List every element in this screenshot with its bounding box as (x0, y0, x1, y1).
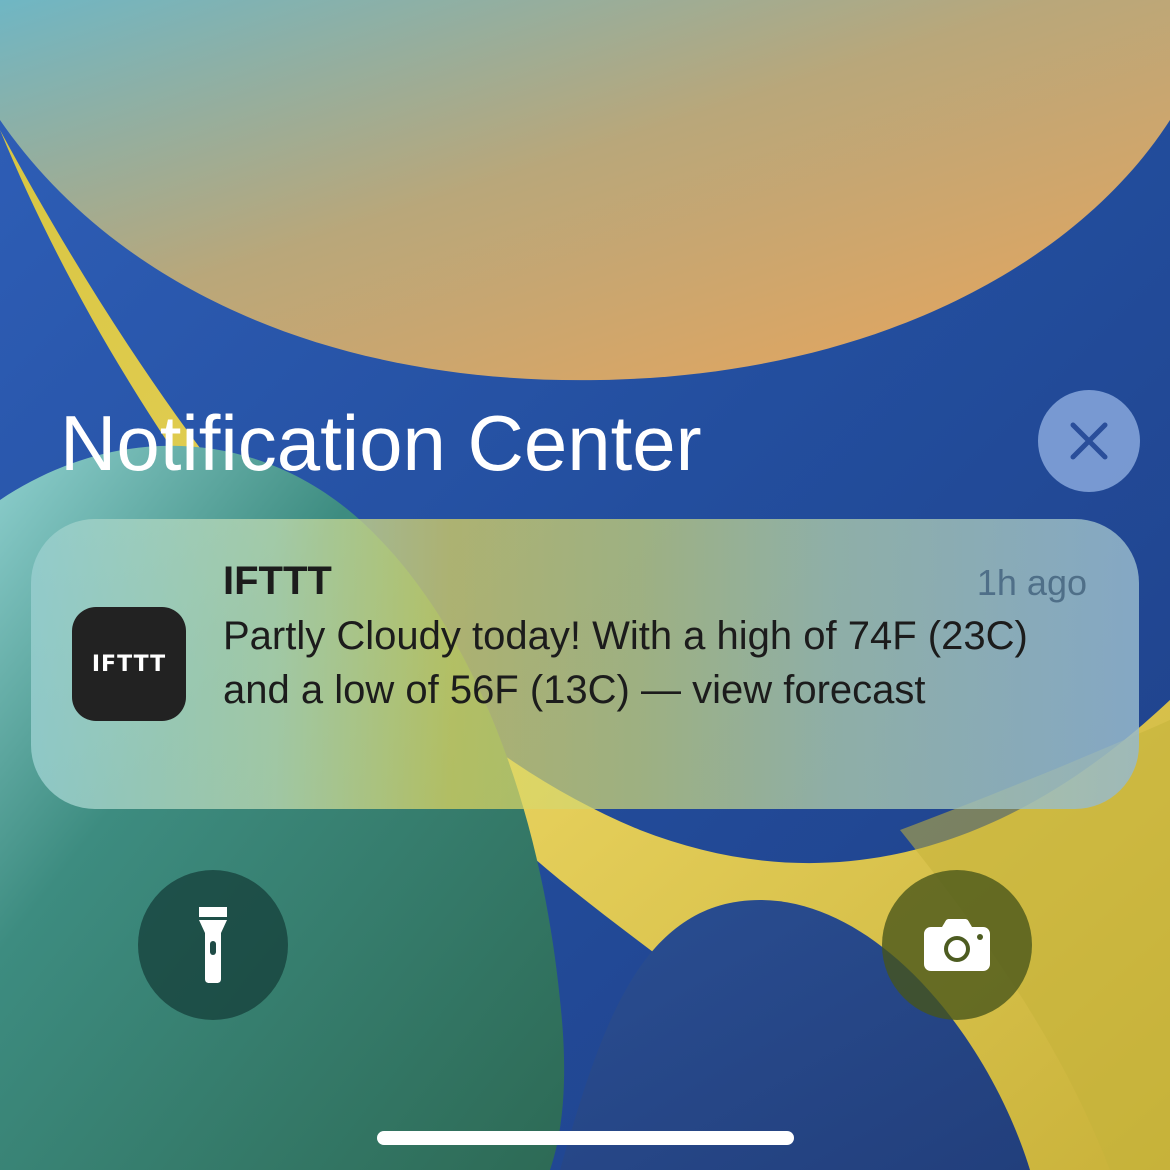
notification-card[interactable]: IFTTT IFTTT 1h ago Partly Cloudy today! … (31, 519, 1139, 809)
page-title: Notification Center (60, 399, 702, 487)
flashlight-icon (199, 907, 227, 983)
home-indicator[interactable] (377, 1131, 794, 1145)
notification-body: Partly Cloudy today! With a high of 74F … (223, 614, 1028, 712)
camera-button[interactable] (882, 870, 1032, 1020)
close-button[interactable] (1038, 390, 1140, 492)
flashlight-button[interactable] (138, 870, 288, 1020)
notification-app-name: IFTTT (223, 559, 332, 603)
app-icon-label: IFTTT (91, 651, 167, 677)
camera-icon (924, 919, 990, 971)
notification-time: 1h ago (976, 562, 1087, 603)
app-icon: IFTTT (72, 607, 186, 721)
close-icon (1070, 422, 1108, 460)
